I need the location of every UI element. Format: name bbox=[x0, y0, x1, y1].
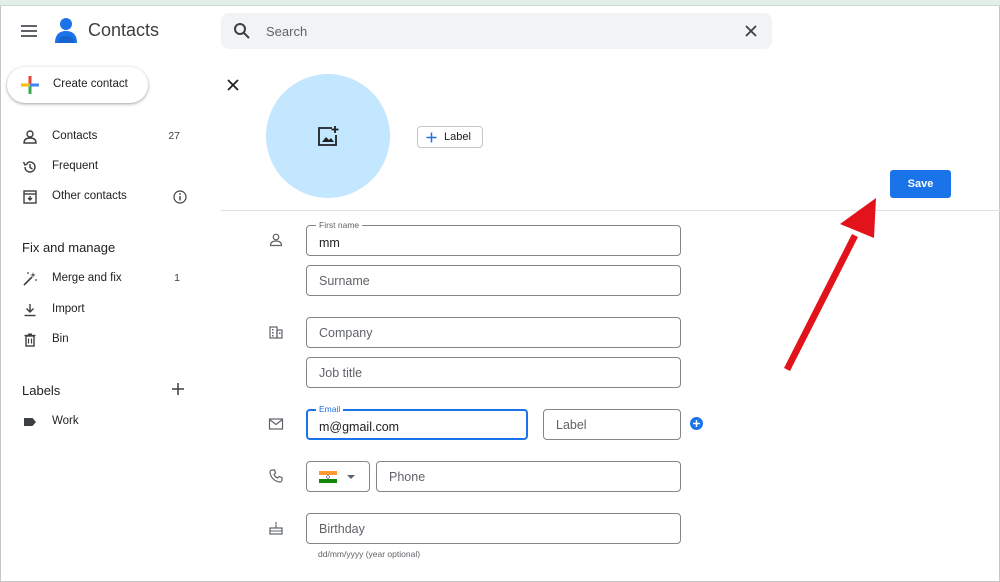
india-flag-icon bbox=[319, 471, 337, 483]
email-label: Email bbox=[316, 404, 344, 414]
first-name-field[interactable]: First name bbox=[306, 220, 681, 256]
email-field[interactable]: Email bbox=[306, 404, 528, 440]
labels-heading: Labels bbox=[22, 383, 61, 398]
top-strip bbox=[0, 0, 1000, 6]
surname-input[interactable] bbox=[319, 266, 672, 295]
email-input[interactable] bbox=[319, 416, 517, 438]
sidebar-item-label: Work bbox=[52, 415, 79, 427]
app-title: Contacts bbox=[88, 20, 160, 40]
person-icon bbox=[269, 233, 283, 247]
sidebar-item-other-contacts[interactable]: Other contacts bbox=[0, 183, 210, 211]
sidebar-item-contacts[interactable]: Contacts 27 bbox=[0, 123, 210, 151]
magic-wand-icon bbox=[23, 272, 37, 286]
add-circle-icon[interactable] bbox=[690, 417, 703, 430]
plus-icon bbox=[21, 76, 39, 94]
create-contact-label: Create contact bbox=[53, 78, 128, 90]
contacts-logo-icon bbox=[55, 18, 77, 43]
sidebar-item-work[interactable]: Work bbox=[0, 408, 210, 436]
phone-input[interactable] bbox=[389, 462, 672, 491]
close-icon[interactable] bbox=[226, 78, 240, 92]
phone-field[interactable] bbox=[376, 461, 681, 492]
email-label-field[interactable] bbox=[543, 409, 681, 440]
search-bar[interactable] bbox=[221, 13, 772, 49]
merge-count: 1 bbox=[174, 272, 180, 284]
search-input[interactable] bbox=[266, 21, 726, 41]
menu-icon[interactable] bbox=[20, 22, 38, 40]
annotation-arrow-icon bbox=[784, 198, 876, 371]
history-icon bbox=[22, 161, 36, 173]
country-selector[interactable] bbox=[306, 461, 370, 492]
person-icon bbox=[23, 130, 37, 144]
label-chip-text: Label bbox=[444, 131, 471, 143]
create-contact-button[interactable]: Create contact bbox=[7, 67, 148, 103]
cake-icon bbox=[269, 521, 283, 535]
company-input[interactable] bbox=[319, 318, 672, 347]
fix-and-manage-heading: Fix and manage bbox=[22, 240, 116, 255]
sidebar-item-merge-and-fix[interactable]: Merge and fix 1 bbox=[0, 265, 210, 293]
job-title-input[interactable] bbox=[319, 358, 672, 387]
email-label-input[interactable] bbox=[556, 410, 672, 439]
chevron-down-icon bbox=[347, 475, 355, 479]
first-name-input[interactable] bbox=[319, 231, 672, 255]
mail-icon bbox=[268, 418, 284, 430]
photo-avatar[interactable] bbox=[266, 74, 390, 198]
first-name-label: First name bbox=[316, 220, 363, 230]
company-field[interactable] bbox=[306, 317, 681, 348]
surname-field[interactable] bbox=[306, 265, 681, 296]
sidebar-item-label: Import bbox=[52, 303, 85, 315]
contacts-count: 27 bbox=[168, 130, 180, 142]
add-label-icon[interactable] bbox=[170, 381, 186, 397]
phone-icon bbox=[269, 469, 283, 483]
job-title-field[interactable] bbox=[306, 357, 681, 388]
sidebar-item-frequent[interactable]: Frequent bbox=[0, 153, 210, 181]
sidebar-item-label: Frequent bbox=[52, 160, 99, 172]
sidebar-item-label: Merge and fix bbox=[52, 272, 122, 284]
birthday-hint: dd/mm/yyyy (year optional) bbox=[318, 549, 421, 559]
trash-icon bbox=[24, 333, 36, 347]
sidebar-item-label: Contacts bbox=[52, 130, 98, 142]
sidebar-item-import[interactable]: Import bbox=[0, 296, 210, 324]
archive-icon bbox=[23, 190, 37, 204]
add-photo-icon bbox=[318, 126, 339, 146]
sidebar-item-label: Other contacts bbox=[52, 190, 127, 202]
download-icon bbox=[24, 304, 36, 317]
sidebar-item-label: Bin bbox=[52, 333, 69, 345]
building-icon bbox=[269, 326, 283, 339]
sidebar-item-bin[interactable]: Bin bbox=[0, 326, 210, 354]
info-icon[interactable] bbox=[173, 190, 187, 204]
birthday-field[interactable] bbox=[306, 513, 681, 544]
plus-icon bbox=[426, 132, 437, 143]
label-tag-icon bbox=[24, 418, 36, 426]
birthday-input[interactable] bbox=[319, 514, 672, 543]
search-icon bbox=[234, 23, 250, 39]
add-label-chip[interactable]: Label bbox=[417, 126, 483, 148]
close-icon[interactable] bbox=[744, 24, 758, 38]
